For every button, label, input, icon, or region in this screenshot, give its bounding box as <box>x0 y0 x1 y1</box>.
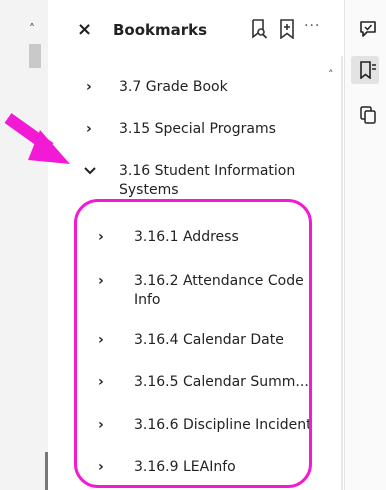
panel-scrollbar[interactable] <box>341 56 343 490</box>
panel-header: × Bookmarks ··· <box>60 0 342 56</box>
scroll-up-arrow-icon[interactable]: ˄ <box>29 22 35 36</box>
copy-pages-icon[interactable] <box>359 106 377 124</box>
highlight-box <box>74 199 312 488</box>
add-bookmark-icon[interactable] <box>278 19 296 39</box>
scrollbar-thumb[interactable] <box>29 44 41 68</box>
bookmark-label: 3.7 Grade Book <box>119 79 228 95</box>
right-tool-strip <box>344 0 386 490</box>
document-scrollbar[interactable]: ˄ <box>0 0 48 490</box>
bookmark-label: 3.16 Student Information Systems <box>119 163 296 198</box>
close-panel-button[interactable]: × <box>77 21 92 39</box>
bookmark-search-icon[interactable] <box>250 19 268 39</box>
scrollbar-thumb-lower[interactable] <box>45 452 48 490</box>
more-options-button[interactable]: ··· <box>304 18 320 34</box>
panel-scroll-up-icon[interactable]: ˄ <box>328 68 334 81</box>
bookmarks-panel-icon[interactable] <box>359 61 377 79</box>
annotation-arrow-icon <box>4 113 70 164</box>
bookmark-label: 3.15 Special Programs <box>119 121 276 137</box>
panel-title: Bookmarks <box>113 21 208 39</box>
comment-icon[interactable] <box>359 20 377 38</box>
